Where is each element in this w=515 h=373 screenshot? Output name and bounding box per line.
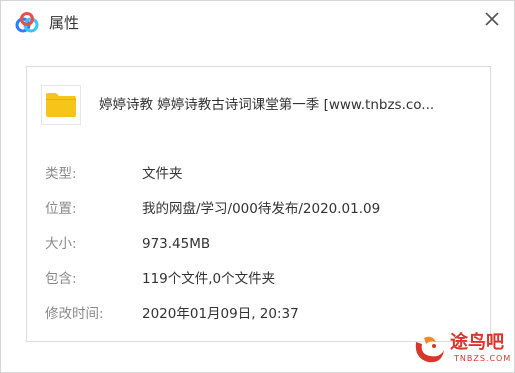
title-bar: 属性 xyxy=(1,1,514,45)
close-icon[interactable] xyxy=(480,7,504,31)
properties-panel: 婷婷诗教 婷婷诗教古诗词课堂第一季 [www.tnbzs.co... 类型: 文… xyxy=(26,66,491,342)
property-label: 修改时间: xyxy=(45,306,104,322)
watermark-text: 途鸟吧 xyxy=(450,332,504,353)
file-name: 婷婷诗教 婷婷诗教古诗词课堂第一季 [www.tnbzs.co... xyxy=(99,97,435,113)
property-label: 大小: xyxy=(45,236,77,252)
watermark: 途鸟吧 TNBZS.COM xyxy=(410,330,510,370)
property-value: 2020年01月09日, 20:37 xyxy=(142,306,299,322)
dialog-title: 属性 xyxy=(49,14,80,32)
folder-icon xyxy=(46,93,76,117)
watermark-subtext: TNBZS.COM xyxy=(454,354,512,363)
property-label: 位置: xyxy=(45,201,77,217)
property-value: 我的网盘/学习/000待发布/2020.01.09 xyxy=(142,201,381,217)
property-label: 类型: xyxy=(45,166,77,182)
folder-icon-frame xyxy=(41,85,81,125)
property-value: 973.45MB xyxy=(142,236,211,252)
property-value: 文件夹 xyxy=(142,166,183,182)
tuniaoba-logo-icon xyxy=(415,336,444,363)
property-value: 119个文件,0个文件夹 xyxy=(142,271,276,287)
properties-dialog: 属性 婷婷诗教 婷婷诗教古诗词课堂第一季 [www.tnbzs.co... 类型… xyxy=(0,0,515,373)
file-header: 婷婷诗教 婷婷诗教古诗词课堂第一季 [www.tnbzs.co... xyxy=(41,85,481,125)
baidu-netdisk-cloud-icon xyxy=(15,12,39,34)
property-label: 包含: xyxy=(45,271,77,287)
